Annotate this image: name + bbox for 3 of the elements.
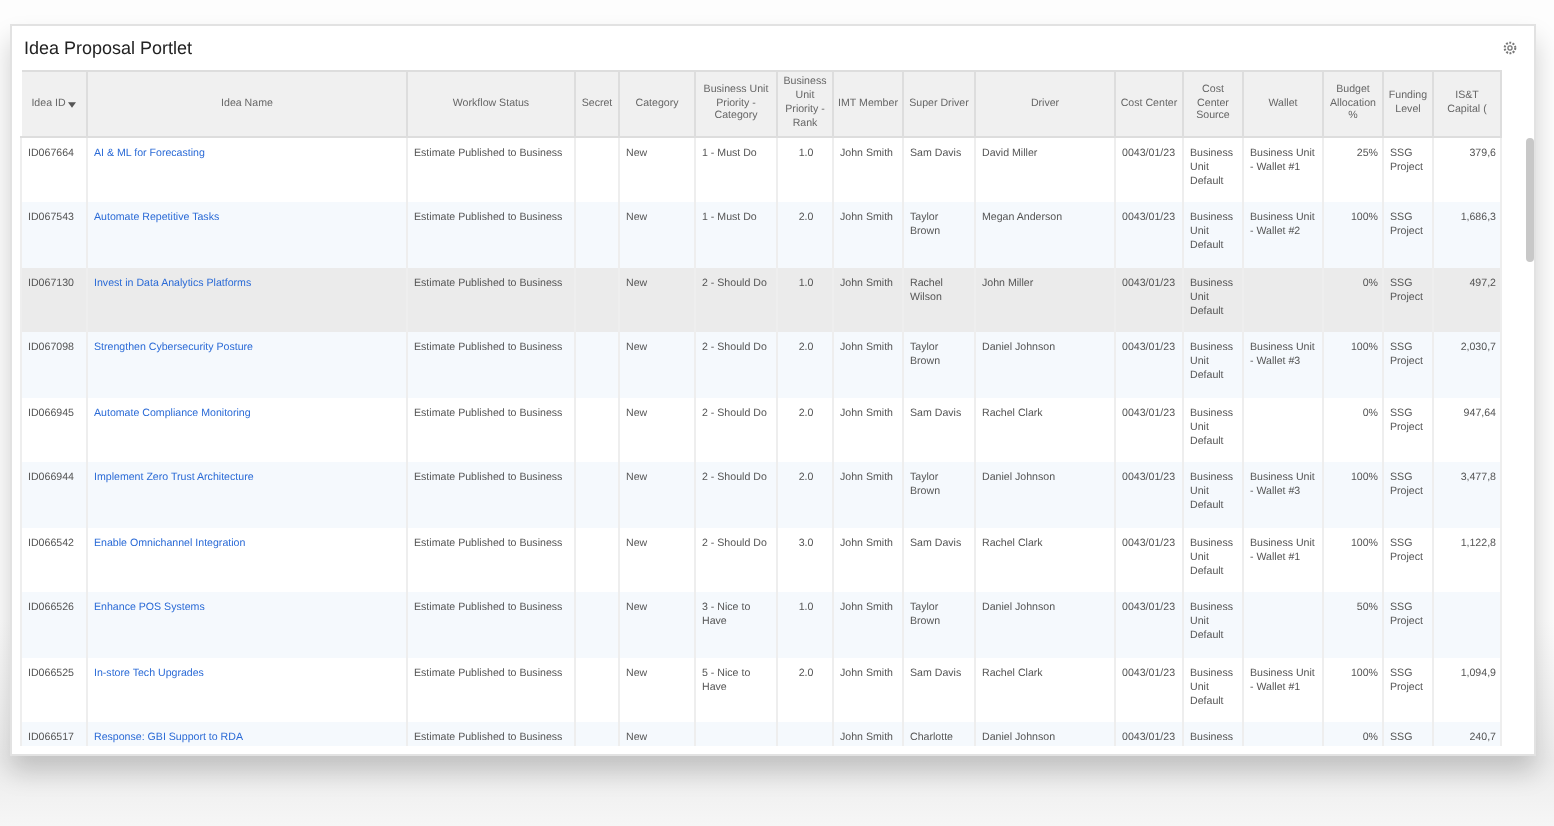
portlet-title: Idea Proposal Portlet: [24, 38, 193, 58]
scrollbar-thumb[interactable]: [1526, 138, 1534, 262]
settings-icon[interactable]: [1502, 40, 1518, 56]
